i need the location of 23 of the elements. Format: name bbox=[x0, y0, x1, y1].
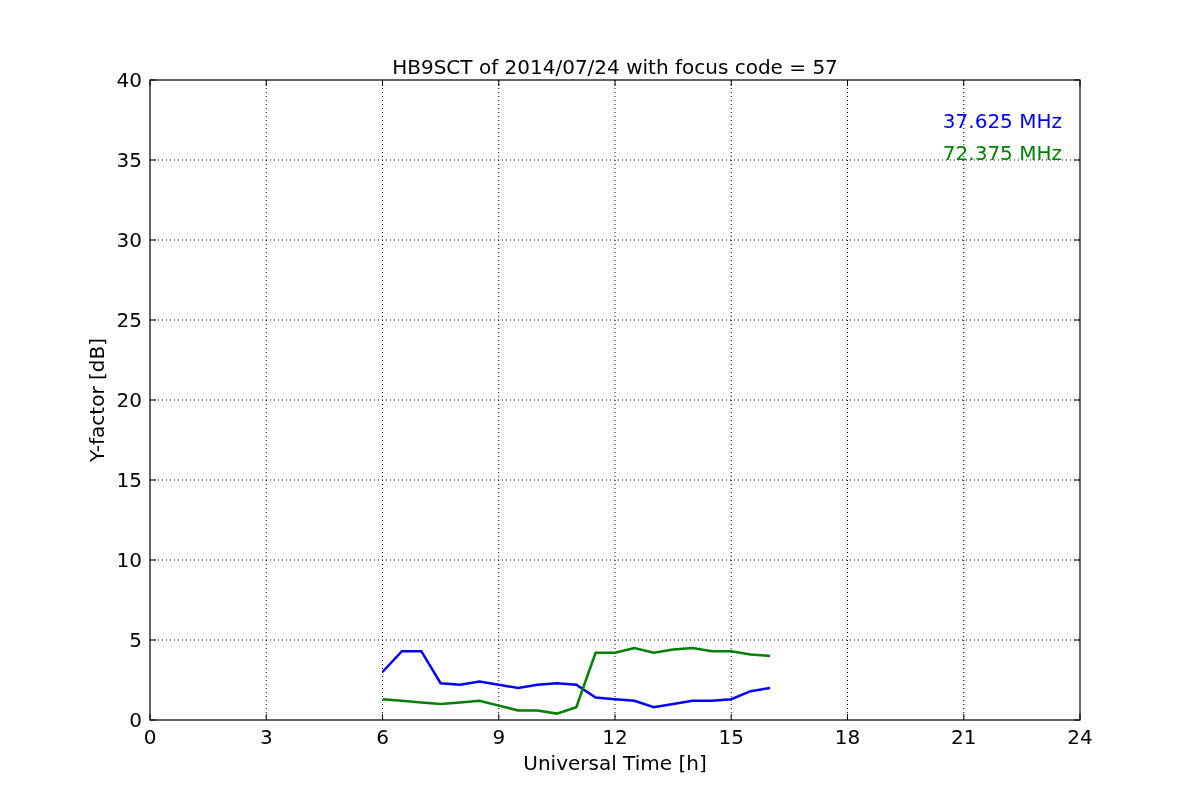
y-tick-label: 10 bbox=[116, 548, 142, 572]
y-tick-label: 20 bbox=[116, 388, 142, 412]
y-axis-label: Y-factor [dB] bbox=[85, 338, 109, 462]
y-tick-label: 30 bbox=[116, 228, 142, 252]
y-tick-label: 40 bbox=[116, 68, 142, 92]
x-tick-label: 24 bbox=[1067, 725, 1093, 749]
x-tick-label: 0 bbox=[143, 725, 157, 749]
y-tick-label: 0 bbox=[129, 708, 142, 732]
chart-title: HB9SCT of 2014/07/24 with focus code = 57 bbox=[392, 55, 838, 79]
x-tick-label: 18 bbox=[834, 725, 861, 749]
y-tick-label: 25 bbox=[116, 308, 142, 332]
x-tick-label: 12 bbox=[602, 725, 628, 749]
x-tick-label: 6 bbox=[376, 725, 389, 749]
x-tick-label: 21 bbox=[951, 725, 977, 749]
x-tick-label: 15 bbox=[718, 725, 744, 749]
legend-label: 37.625 MHz bbox=[942, 109, 1062, 133]
y-tick-label: 35 bbox=[116, 148, 142, 172]
x-axis-label: Universal Time [h] bbox=[523, 751, 707, 775]
y-tick-label: 15 bbox=[116, 468, 142, 492]
x-tick-label: 3 bbox=[259, 725, 273, 749]
y-tick-label: 5 bbox=[129, 628, 142, 652]
legend-label: 72.375 MHz bbox=[942, 141, 1062, 165]
x-tick-label: 9 bbox=[492, 725, 506, 749]
